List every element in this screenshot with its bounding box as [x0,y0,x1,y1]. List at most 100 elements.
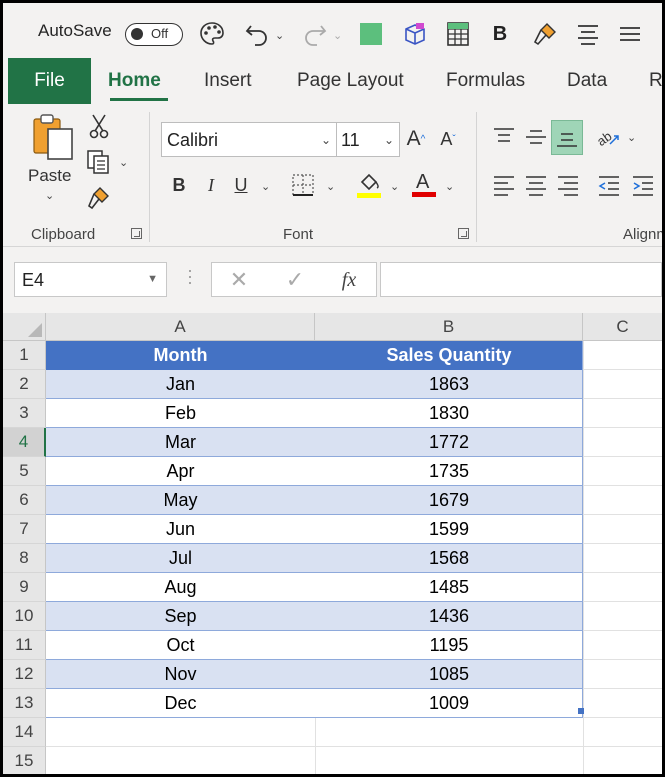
cell-month[interactable]: Jan [46,370,315,399]
cell-month[interactable]: Sep [46,602,315,631]
paste-dropdown-icon[interactable]: ⌄ [45,189,54,202]
format-painter-icon[interactable] [531,20,559,48]
cell-sales[interactable]: 1085 [315,660,583,689]
increase-font-size-icon[interactable]: A ^ [403,124,429,154]
cell-month[interactable]: Feb [46,399,315,428]
font-launcher-icon[interactable] [458,228,469,239]
worksheet-grid[interactable]: A B C 1 2 3 4 5 6 7 8 9 10 11 12 13 14 15 Month Sales Qu… [3,313,662,776]
font-name-dropdown[interactable]: Calibri ⌄ [161,122,337,157]
table-icon[interactable] [445,20,471,48]
enter-formula-icon[interactable]: ✓ [282,266,308,294]
paste-icon[interactable] [29,112,77,162]
paste-label[interactable]: Paste [28,166,71,186]
cut-icon[interactable] [86,112,112,140]
clipboard-launcher-icon[interactable] [131,228,142,239]
borders-dropdown-icon[interactable]: ⌄ [326,180,335,193]
cell-month[interactable]: Aug [46,573,315,602]
tab-home[interactable]: Home [108,70,161,92]
column-header-c[interactable]: C [583,313,662,341]
align-center-icon[interactable] [575,20,601,48]
row-header-14[interactable]: 14 [3,718,46,747]
tab-insert[interactable]: Insert [204,70,252,92]
row-header-8[interactable]: 8 [3,544,46,573]
cell-month[interactable]: May [46,486,315,515]
formula-input[interactable] [380,262,662,297]
column-header-b[interactable]: B [315,313,583,341]
cancel-formula-icon[interactable]: ✕ [226,266,252,294]
cell-sales[interactable]: 1195 [315,631,583,660]
cell-sales[interactable]: 1436 [315,602,583,631]
tab-formulas[interactable]: Formulas [446,70,525,92]
cell-month[interactable]: Oct [46,631,315,660]
borders-icon[interactable] [290,172,316,198]
row-header-5[interactable]: 5 [3,457,46,486]
more-options-icon[interactable]: · · · [187,261,193,291]
table-header-month[interactable]: Month [46,341,315,370]
tab-data[interactable]: Data [567,70,607,92]
font-color-dropdown-icon[interactable]: ⌄ [445,180,454,193]
row-header-1[interactable]: 1 [3,341,46,370]
cell-sales[interactable]: 1485 [315,573,583,602]
fill-color-icon[interactable] [355,170,383,200]
font-size-dropdown[interactable]: 11 ⌄ [337,122,400,157]
align-right-icon[interactable] [554,170,582,200]
cell-sales[interactable]: 1735 [315,457,583,486]
3d-box-icon[interactable] [401,20,429,48]
orientation-dropdown-icon[interactable]: ⌄ [627,131,636,144]
align-middle-icon[interactable] [522,122,550,152]
cell-month[interactable]: Dec [46,689,315,718]
fill-color-dropdown-icon[interactable]: ⌄ [390,180,399,193]
align-lines-icon[interactable] [617,20,643,48]
orientation-icon[interactable]: ab [595,122,623,152]
row-header-12[interactable]: 12 [3,660,46,689]
row-header-15[interactable]: 15 [3,747,46,776]
cell-sales[interactable]: 1772 [315,428,583,457]
align-left-icon[interactable] [490,170,518,200]
decrease-indent-icon[interactable] [595,170,623,200]
select-all-button[interactable] [3,313,46,341]
name-box[interactable]: E4 ▼ [14,262,167,297]
copy-icon[interactable] [85,148,113,176]
row-header-7[interactable]: 7 [3,515,46,544]
align-center-ribbon-icon[interactable] [522,170,550,200]
cell-month[interactable]: Apr [46,457,315,486]
table-resize-handle[interactable] [578,708,584,714]
row-header-3[interactable]: 3 [3,399,46,428]
underline-dropdown-icon[interactable]: ⌄ [261,180,270,193]
undo-icon[interactable] [243,20,271,48]
row-header-2[interactable]: 2 [3,370,46,399]
row-header-6[interactable]: 6 [3,486,46,515]
cell-sales[interactable]: 1568 [315,544,583,573]
palette-icon[interactable] [198,20,226,48]
cell-sales[interactable]: 1679 [315,486,583,515]
cell-month[interactable]: Mar [46,428,315,457]
fill-square-icon[interactable] [358,20,384,48]
row-header-10[interactable]: 10 [3,602,46,631]
font-color-icon[interactable]: A [410,168,438,200]
cell-sales[interactable]: 1599 [315,515,583,544]
row-header-9[interactable]: 9 [3,573,46,602]
italic-button[interactable]: I [199,170,223,200]
align-bottom-icon[interactable] [551,120,583,155]
bold-button[interactable]: B [167,170,191,200]
row-header-11[interactable]: 11 [3,631,46,660]
insert-function-icon[interactable]: fx [336,266,362,294]
increase-indent-icon[interactable] [629,170,657,200]
row-header-4[interactable]: 4 [3,428,46,457]
copy-dropdown-icon[interactable]: ⌄ [119,156,128,169]
cell-month[interactable]: Jun [46,515,315,544]
cell-month[interactable]: Nov [46,660,315,689]
cell-sales[interactable]: 1863 [315,370,583,399]
tab-file[interactable]: File [8,58,91,104]
tab-page-layout[interactable]: Page Layout [297,70,404,92]
column-header-a[interactable]: A [46,313,315,341]
tab-review[interactable]: R [649,70,663,92]
autosave-toggle[interactable]: Off [125,23,183,46]
table-header-sales[interactable]: Sales Quantity [315,341,583,370]
row-header-13[interactable]: 13 [3,689,46,718]
undo-dropdown-icon[interactable]: ⌄ [275,29,284,42]
decrease-font-size-icon[interactable]: Aˇ [435,124,461,154]
cell-sales[interactable]: 1830 [315,399,583,428]
format-painter-ribbon-icon[interactable] [85,184,113,212]
cell-sales[interactable]: 1009 [315,689,583,718]
